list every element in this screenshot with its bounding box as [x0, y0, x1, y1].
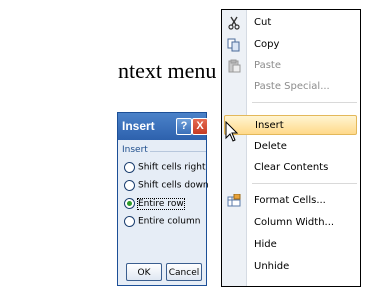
copy-icon [227, 38, 240, 52]
mouse-pointer-icon [225, 121, 239, 142]
option-entire-column[interactable]: Entire column [124, 216, 200, 230]
menu-item-paste-special[interactable]: Paste Special... [222, 77, 360, 97]
menu-item-hide[interactable]: Hide [222, 235, 360, 255]
option-entire-row[interactable]: Entire row [124, 197, 185, 212]
menu-item-label: Delete [254, 141, 287, 152]
menu-item-label: Hide [254, 239, 277, 250]
menu-item-label: Paste Special... [254, 81, 330, 92]
insert-group-label: Insert [122, 145, 148, 155]
menu-item-label: Copy [254, 39, 280, 50]
option-shift-cells-right[interactable]: Shift cells right [124, 162, 206, 176]
context-menu: Cut Copy Paste Paste Special... Insert D… [221, 9, 361, 287]
menu-item-clear-contents[interactable]: Clear Contents [222, 158, 360, 178]
close-button[interactable]: X [192, 118, 208, 135]
menu-item-label: Clear Contents [254, 162, 329, 173]
help-button[interactable]: ? [176, 118, 192, 135]
paste-icon [228, 59, 241, 73]
menu-item-label: Paste [254, 60, 281, 71]
menu-item-label: Cut [254, 17, 272, 28]
dialog-title: Insert [122, 119, 155, 133]
menu-item-label: Unhide [254, 261, 290, 272]
menu-separator [252, 102, 357, 103]
cancel-button[interactable]: Cancel [166, 263, 202, 281]
insert-dialog: Insert ? X Insert Shift cells right Shif… [117, 112, 209, 286]
menu-item-delete[interactable]: Delete [222, 137, 360, 157]
option-label: Entire column [138, 216, 201, 227]
radio-shift-cells-right[interactable] [124, 162, 135, 173]
radio-entire-column[interactable] [124, 216, 135, 227]
menu-item-column-width[interactable]: Column Width... [222, 213, 360, 233]
menu-item-unhide[interactable]: Unhide [222, 257, 360, 277]
scissors-icon [228, 16, 240, 30]
menu-item-label: Insert [255, 120, 284, 131]
menu-item-label: Format Cells... [254, 195, 326, 206]
menu-item-label: Column Width... [254, 217, 335, 228]
menu-item-paste[interactable]: Paste [222, 56, 360, 76]
group-divider [150, 151, 206, 152]
option-label: Shift cells down [138, 180, 209, 191]
radio-entire-row[interactable] [124, 198, 135, 209]
menu-separator [252, 183, 357, 184]
format-cells-icon [227, 194, 241, 207]
option-label: Shift cells right [138, 162, 206, 173]
menu-item-cut[interactable]: Cut [222, 13, 360, 33]
menu-item-copy[interactable]: Copy [222, 35, 360, 55]
option-shift-cells-down[interactable]: Shift cells down [124, 180, 209, 194]
menu-item-format-cells[interactable]: Format Cells... [222, 191, 360, 211]
menu-item-insert[interactable]: Insert [224, 115, 357, 135]
dialog-title-bar[interactable]: Insert ? X [118, 113, 208, 140]
caption-text: ntext menu [118, 58, 217, 83]
ok-button[interactable]: OK [126, 263, 162, 281]
radio-shift-cells-down[interactable] [124, 180, 135, 191]
option-label: Entire row [137, 197, 185, 210]
